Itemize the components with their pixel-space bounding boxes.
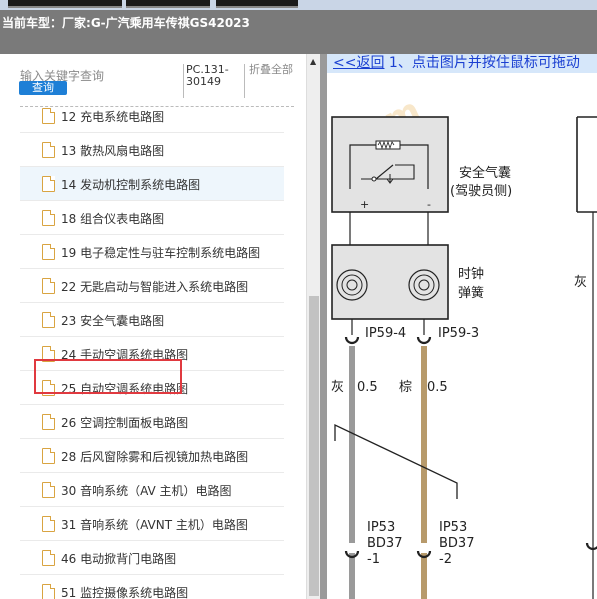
viewer-tip: 1、点击图片并按住鼠标可拖动 — [384, 55, 580, 71]
pin-label-right: IP59-3 — [438, 326, 479, 341]
document-icon — [42, 448, 55, 464]
document-icon — [42, 312, 55, 328]
document-icon — [42, 516, 55, 532]
tree-item[interactable]: 30 音响系统（AV 主机）电路图 — [20, 473, 284, 507]
panel-splitter[interactable] — [320, 54, 327, 599]
conn-left-line3: -1 — [367, 552, 380, 567]
wiring-diagram[interactable]: om + - 安全气囊 (驾驶员侧) 时钟 弹簧 — [327, 73, 597, 599]
document-icon — [42, 176, 55, 192]
tree-item-label: 12 充电系统电路图 — [61, 110, 165, 124]
search-button[interactable]: 查询 — [19, 81, 67, 95]
back-link[interactable]: <<返回 — [327, 55, 384, 71]
tree-item[interactable]: 46 电动掀背门电路图 — [20, 541, 284, 575]
selection-highlight — [34, 359, 182, 394]
tree-item[interactable]: 31 音响系统（AVNT 主机）电路图 — [20, 507, 284, 541]
tree-item[interactable]: 13 散热风扇电路图 — [20, 133, 284, 167]
tree-item[interactable]: 51 监控摄像系统电路图 — [20, 575, 284, 599]
toolbar-button[interactable] — [126, 0, 210, 8]
tree-item[interactable]: 26 空调控制面板电路图 — [20, 405, 284, 439]
airbag-label: 安全气囊 — [459, 165, 511, 181]
clock-spring-coil-icon — [408, 269, 440, 301]
tree-item-label: 26 空调控制面板电路图 — [61, 416, 189, 430]
clock-spring-label: 时钟 — [458, 266, 484, 282]
document-icon — [42, 244, 55, 260]
document-icon — [42, 108, 55, 124]
tree-item-label: 18 组合仪表电路图 — [61, 212, 165, 226]
document-icon — [42, 584, 55, 599]
tree-item-label: 22 无匙启动与智能进入系统电路图 — [61, 280, 249, 294]
airbag-sublabel: (驾驶员侧) — [450, 184, 512, 199]
tree-item-label: 31 音响系统（AVNT 主机）电路图 — [61, 518, 248, 532]
conn-left-line1: IP53 — [367, 520, 395, 535]
switch-contact-icon — [371, 176, 377, 182]
tree-item-label: 28 后风窗除雾和后视镜加热电路图 — [61, 450, 249, 464]
tree-item[interactable]: 18 组合仪表电路图 — [20, 201, 284, 235]
tree-item[interactable]: 23 安全气囊电路图 — [20, 303, 284, 337]
diagram-viewer[interactable]: <<返回 1、点击图片并按住鼠标可拖动 om + - 安全气囊 (驾驶员侧) — [327, 54, 597, 599]
document-icon — [42, 414, 55, 430]
document-icon — [42, 142, 55, 158]
clock-spring-coil-icon — [336, 269, 368, 301]
conn-right-line1: IP53 — [439, 520, 467, 535]
tree-item-label: 13 散热风扇电路图 — [61, 144, 165, 158]
adjacent-module-box — [576, 116, 597, 213]
toolbar-button[interactable] — [8, 0, 122, 8]
car-model-bar: 当前车型：厂家:G-广汽乘用车传祺GS42023 — [0, 10, 597, 54]
tree-item-label: 51 监控摄像系统电路图 — [61, 586, 189, 599]
tree-item[interactable]: 19 电子稳定性与驻车控制系统电路图 — [20, 235, 284, 269]
scrollbar-thumb[interactable] — [309, 296, 319, 596]
connector-pin-icon — [344, 336, 360, 345]
tree-item[interactable]: 12 充电系统电路图 — [20, 99, 284, 133]
tree-item-label: 30 音响系统（AV 主机）电路图 — [61, 484, 232, 498]
car-model-text: 当前车型：厂家:G-广汽乘用车传祺GS42023 — [2, 14, 250, 31]
tree-item-label: 23 安全气囊电路图 — [61, 314, 165, 328]
document-icon — [42, 550, 55, 566]
pin-label-left: IP59-4 — [365, 326, 406, 341]
wire-size-left: 0.5 — [357, 380, 378, 395]
conn-right-line2: BD37 — [439, 536, 474, 551]
tree-item-label: 14 发动机控制系统电路图 — [61, 178, 201, 192]
tree-item-label: 46 电动掀背门电路图 — [61, 552, 177, 566]
viewer-nav-bar: <<返回 1、点击图片并按住鼠标可拖动 — [327, 54, 597, 73]
wire-color-left: 灰 — [331, 380, 344, 395]
doc-code: PC.131-30149 — [183, 64, 244, 98]
tree-item[interactable]: 14 发动机控制系统电路图 — [20, 167, 284, 201]
document-icon — [42, 278, 55, 294]
document-icon — [42, 210, 55, 226]
document-icon — [42, 482, 55, 498]
top-toolbar-strip — [0, 0, 597, 10]
connector-pin-icon — [416, 336, 432, 345]
wire-color-right: 棕 — [399, 380, 412, 395]
tree-item[interactable]: 22 无匙启动与智能进入系统电路图 — [20, 269, 284, 303]
conn-left-line2: BD37 — [367, 536, 402, 551]
toolbar-button[interactable] — [216, 0, 298, 8]
plus-terminal: + — [360, 198, 369, 211]
adjacent-wire-color: 灰 — [574, 275, 587, 290]
tree-item-label: 19 电子稳定性与驻车控制系统电路图 — [61, 246, 261, 260]
conn-right-line3: -2 — [439, 552, 452, 567]
car-model-value: 厂家:G-广汽乘用车传祺GS42023 — [62, 16, 250, 30]
catalog-panel: 输入关键字查询 查询 PC.131-30149 折叠全部 12 充电系统电路图 1… — [0, 54, 306, 599]
connector-pin-icon — [585, 542, 597, 551]
collapse-all-button[interactable]: 折叠全部 — [244, 64, 295, 98]
scroll-up-arrow-icon[interactable]: ▲ — [310, 57, 316, 66]
car-model-label: 当前车型： — [2, 16, 63, 30]
tree-item[interactable]: 28 后风窗除雾和后视镜加热电路图 — [20, 439, 284, 473]
minus-terminal: - — [427, 198, 431, 211]
clock-spring-sublabel: 弹簧 — [458, 285, 484, 301]
wire-size-right: 0.5 — [427, 380, 448, 395]
vertical-scrollbar[interactable]: ▲ — [306, 54, 321, 599]
